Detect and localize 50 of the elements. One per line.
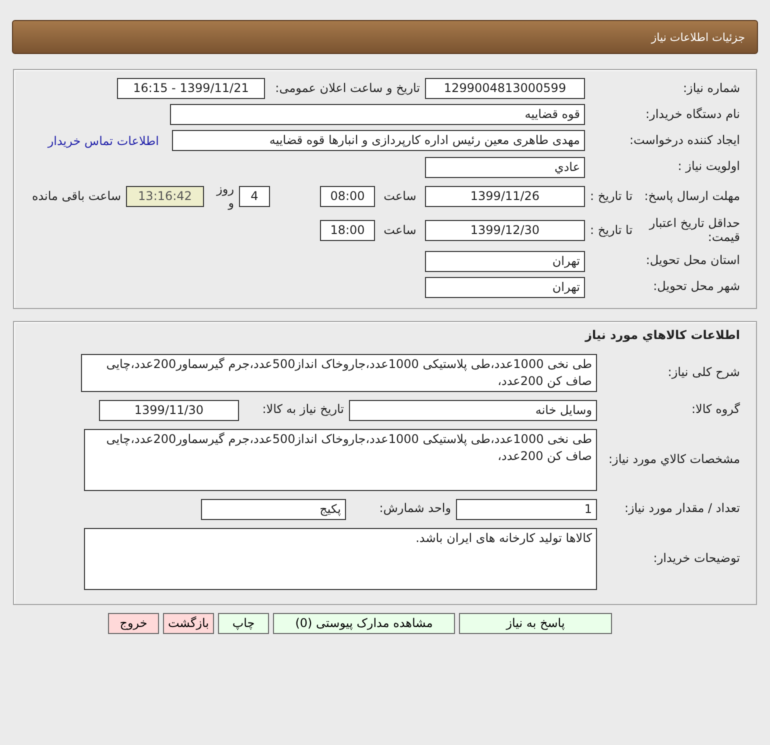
- field-label: تاریخ و ساعت اعلان عمومی:: [274, 82, 420, 96]
- action-button[interactable]: بازگشت: [163, 612, 214, 634]
- goods-group-field: وسایل خانه: [349, 400, 597, 421]
- field-label: نام دستگاه خریدار:: [644, 108, 740, 122]
- field-label: شماره نیاز:: [682, 82, 740, 96]
- action-button[interactable]: چاپ: [218, 612, 269, 634]
- specs-field: طی نخی 1000عدد،طی پلاستیکی 1000عدد،جاروخاک انداز500عدد،جرم گیرسماور200عدد،چایی صاف کن 200عدد،: [84, 428, 597, 491]
- creator-field: مهدی طاهری معین رئیس اداره کارپردازی و انبارها قوه قضاییه: [172, 130, 585, 151]
- field-label: تعداد / مقدار مورد نیاز:: [623, 502, 740, 516]
- section-title: اطلاعات کالاهاي مورد نیاز: [584, 328, 740, 342]
- field-label: ساعت باقی مانده: [30, 190, 121, 204]
- announce-date-field: 1399/11/21 - 16:15: [117, 78, 265, 99]
- page-title: جزئیات اطلاعات نیاز: [651, 30, 745, 44]
- city-field: تهران: [425, 276, 585, 298]
- action-button[interactable]: مشاهده مدارک پیوستی (0): [273, 612, 455, 634]
- validity-date-field: 1399/12/30: [425, 220, 585, 242]
- province-field: تهران: [425, 250, 585, 272]
- action-button[interactable]: خروج: [108, 612, 159, 634]
- quantity-field: 1: [456, 498, 597, 520]
- priority-field: عادي: [425, 156, 585, 178]
- buyer-notes-field: کالاها تولید کارخانه های ایران باشد.: [84, 528, 597, 590]
- unit-field: پکیج: [201, 498, 346, 520]
- field-label: شرح کلی نیاز:: [666, 366, 740, 380]
- days-field: 4: [239, 186, 270, 208]
- summary-field: طی نخی 1000عدد،طی پلاستیکی 1000عدد،جاروخاک انداز500عدد،جرم گیرسماور200عدد،چایی صاف کن 200عدد،: [81, 354, 597, 392]
- action-button[interactable]: پاسخ به نیاز: [459, 612, 612, 634]
- field-label: استان محل تحویل:: [644, 254, 740, 268]
- need-date-field: 1399/11/30: [99, 400, 239, 421]
- field-label: اولویت نیاز :: [676, 160, 740, 174]
- field-label: مشخصات کالاي مورد نیاز:: [607, 452, 740, 466]
- field-label: واحد شمارش:: [378, 502, 451, 516]
- deadline-date-field: 1399/11/26: [425, 186, 585, 208]
- field-label: ایجاد کننده درخواست:: [628, 134, 740, 148]
- field-label: توضیحات خریدار:: [652, 552, 740, 566]
- field-label: ساعت: [382, 224, 418, 238]
- field-label: ساعت: [382, 190, 418, 204]
- need-number-field: 1299004813000599: [425, 78, 585, 99]
- field-label: مهلت ارسال پاسخ:: [644, 190, 740, 204]
- field-label: تا تاریخ :: [590, 224, 633, 238]
- buyer-contact-link[interactable]: اطلاعات تماس خریدار: [48, 134, 159, 148]
- field-label: روز و: [215, 183, 234, 211]
- remaining-time-field: 13:16:42: [126, 186, 204, 208]
- field-label: شهر محل تحویل:: [652, 280, 740, 294]
- deadline-time-field: 08:00: [320, 186, 375, 208]
- buyer-field: قوه قضاییه: [170, 104, 585, 125]
- field-label: تا تاریخ :: [590, 190, 633, 204]
- field-label: تاریخ نیاز به کالا:: [261, 403, 344, 417]
- field-label: گروه کالا:: [690, 403, 740, 417]
- field-label: حداقل تاریخ اعتبار قیمت:: [648, 216, 740, 244]
- validity-time-field: 18:00: [320, 220, 375, 242]
